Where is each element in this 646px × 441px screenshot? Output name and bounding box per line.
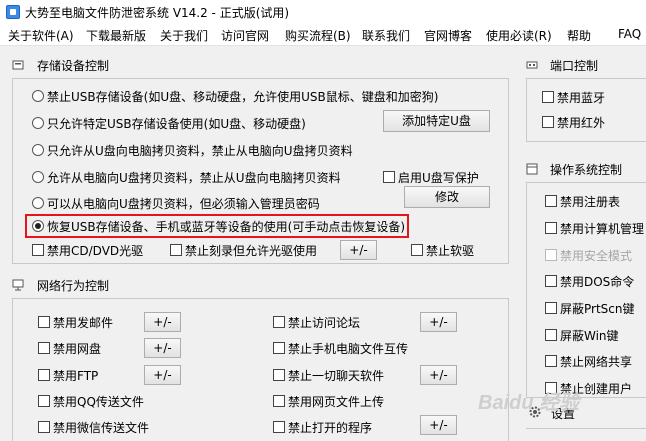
block-phone-pc-transfer-checkbox[interactable]: [273, 342, 285, 354]
menu-must-read[interactable]: 使用必读(R): [486, 27, 552, 44]
menu-about-software[interactable]: 关于软件(A): [8, 27, 74, 44]
menu-bar: 关于软件(A) 下载最新版 关于我们 访问官网 购买流程(B) 联系我们 官网博…: [0, 24, 646, 46]
radio-allow-specific-usb-label: 只允许特定USB存储设备使用(如U盘、移动硬盘): [47, 117, 306, 131]
settings-divider: [526, 428, 646, 429]
add-specific-u-button[interactable]: 添加特定U盘: [383, 110, 490, 132]
programs-plus-minus-button[interactable]: +/-: [420, 415, 457, 435]
disable-qq-transfer-label: 禁用QQ传送文件: [53, 395, 144, 409]
radio-pc-to-u-password[interactable]: [32, 197, 44, 209]
menu-faq[interactable]: FAQ: [618, 27, 641, 41]
disable-burn-label: 禁止刻录但允许光驱使用: [185, 244, 318, 258]
menu-download-latest[interactable]: 下载最新版: [86, 27, 146, 44]
disable-computer-management-checkbox[interactable]: [545, 222, 557, 234]
chat-plus-minus-button[interactable]: +/-: [420, 365, 457, 385]
email-plus-minus-button[interactable]: +/-: [144, 312, 181, 332]
block-forum-checkbox[interactable]: [273, 316, 285, 328]
disable-bluetooth-label: 禁用蓝牙: [557, 91, 606, 105]
disable-infrared-checkbox[interactable]: [542, 116, 554, 128]
baidu-watermark: Baidu 经验: [478, 392, 580, 414]
disable-qq-transfer-checkbox[interactable]: [38, 395, 50, 407]
radio-restore-usb-devices[interactable]: [32, 220, 44, 232]
disable-wechat-transfer-checkbox[interactable]: [38, 421, 50, 433]
block-opened-programs-label: 禁止打开的程序: [288, 421, 373, 435]
block-opened-programs-checkbox[interactable]: [273, 421, 285, 433]
block-win-key-label: 屏蔽Win键: [560, 329, 619, 343]
radio-pc-to-u-only-label: 允许从电脑向U盘拷贝资料，禁止从U盘向电脑拷贝资料: [47, 171, 341, 185]
disable-registry-label: 禁用注册表: [560, 195, 621, 209]
disable-floppy-label: 禁止软驱: [426, 244, 475, 258]
window-title: 大势至电脑文件防泄密系统 V14.2 - 正式版(试用): [25, 6, 290, 20]
radio-pc-to-u-only[interactable]: [32, 171, 44, 183]
menu-contact-us[interactable]: 联系我们: [362, 27, 410, 44]
block-win-key-checkbox[interactable]: [545, 329, 557, 341]
disable-netdisk-checkbox[interactable]: [38, 342, 50, 354]
disable-bluetooth-checkbox[interactable]: [542, 91, 554, 103]
os-window-icon: [526, 163, 538, 175]
app-logo-icon: [6, 5, 20, 19]
storage-device-icon: [12, 60, 24, 70]
title-bar: 大势至电脑文件防泄密系统 V14.2 - 正式版(试用): [0, 0, 646, 24]
cd-plus-minus-button[interactable]: +/-: [340, 240, 377, 260]
disable-dos-label: 禁用DOS命令: [560, 275, 635, 289]
disable-email-label: 禁用发邮件: [53, 316, 114, 330]
disable-infrared-label: 禁用红外: [557, 116, 606, 130]
block-chat-software-checkbox[interactable]: [273, 369, 285, 381]
menu-purchase-process[interactable]: 购买流程(B): [285, 27, 351, 44]
disable-burn-checkbox[interactable]: [170, 244, 182, 256]
forum-plus-minus-button[interactable]: +/-: [420, 312, 457, 332]
os-section-title: 操作系统控制: [550, 163, 623, 177]
disable-floppy-checkbox[interactable]: [411, 244, 423, 256]
disable-ftp-label: 禁用FTP: [53, 369, 99, 383]
disable-registry-checkbox[interactable]: [545, 195, 557, 207]
port-section-title: 端口控制: [550, 59, 599, 73]
menu-blog[interactable]: 官网博客: [424, 27, 472, 44]
disable-web-upload-label: 禁用网页文件上传: [288, 395, 385, 409]
radio-block-usb-storage[interactable]: [32, 90, 44, 102]
disable-computer-management-label: 禁用计算机管理: [560, 222, 645, 236]
disable-cd-dvd-label: 禁用CD/DVD光驱: [47, 244, 144, 258]
port-icon: [526, 61, 538, 69]
disable-cd-dvd-checkbox[interactable]: [32, 244, 44, 256]
block-forum-label: 禁止访问论坛: [288, 316, 361, 330]
disable-netdisk-label: 禁用网盘: [53, 342, 102, 356]
ftp-plus-minus-button[interactable]: +/-: [144, 365, 181, 385]
radio-u-to-pc-only-label: 只允许从U盘向电脑拷贝资料，禁止从电脑向U盘拷贝资料: [47, 144, 353, 158]
radio-block-usb-storage-label: 禁止USB存储设备(如U盘、移动硬盘，允许使用USB鼠标、键盘和加密狗): [47, 90, 439, 104]
menu-visit-website[interactable]: 访问官网: [221, 27, 269, 44]
u-write-protect-checkbox[interactable]: [383, 171, 395, 183]
disable-wechat-transfer-label: 禁用微信传送文件: [53, 421, 150, 435]
radio-restore-usb-devices-label: 恢复USB存储设备、手机或蓝牙等设备的使用(可手动点击恢复设备): [47, 220, 405, 234]
disable-network-share-label: 禁止网络共享: [560, 355, 633, 369]
disable-ftp-checkbox[interactable]: [38, 369, 50, 381]
network-section-title: 网络行为控制: [37, 279, 110, 293]
radio-u-to-pc-only[interactable]: [32, 144, 44, 156]
disable-dos-checkbox[interactable]: [545, 275, 557, 287]
port-panel: [526, 78, 646, 142]
block-prtscn-label: 屏蔽PrtScn键: [560, 302, 635, 316]
disable-network-share-checkbox[interactable]: [545, 355, 557, 367]
block-chat-software-label: 禁止一切聊天软件: [288, 369, 385, 383]
disable-safe-mode-label: 禁用安全模式: [560, 249, 633, 263]
disable-safe-mode-checkbox: [545, 249, 557, 261]
menu-about-us[interactable]: 关于我们: [160, 27, 208, 44]
block-phone-pc-transfer-label: 禁止手机电脑文件互传: [288, 342, 409, 356]
u-write-protect-label: 启用U盘写保护: [398, 171, 479, 185]
disable-web-upload-checkbox[interactable]: [273, 395, 285, 407]
storage-section-title: 存储设备控制: [37, 59, 110, 73]
disable-email-checkbox[interactable]: [38, 316, 50, 328]
netdisk-plus-minus-button[interactable]: +/-: [144, 338, 181, 358]
radio-pc-to-u-password-label: 可以从电脑向U盘拷贝资料，但必须输入管理员密码: [47, 197, 320, 211]
block-prtscn-checkbox[interactable]: [545, 302, 557, 314]
modify-password-button[interactable]: 修改: [404, 186, 490, 208]
menu-help[interactable]: 帮助: [567, 27, 591, 44]
radio-allow-specific-usb[interactable]: [32, 117, 44, 129]
network-icon: [12, 279, 24, 291]
